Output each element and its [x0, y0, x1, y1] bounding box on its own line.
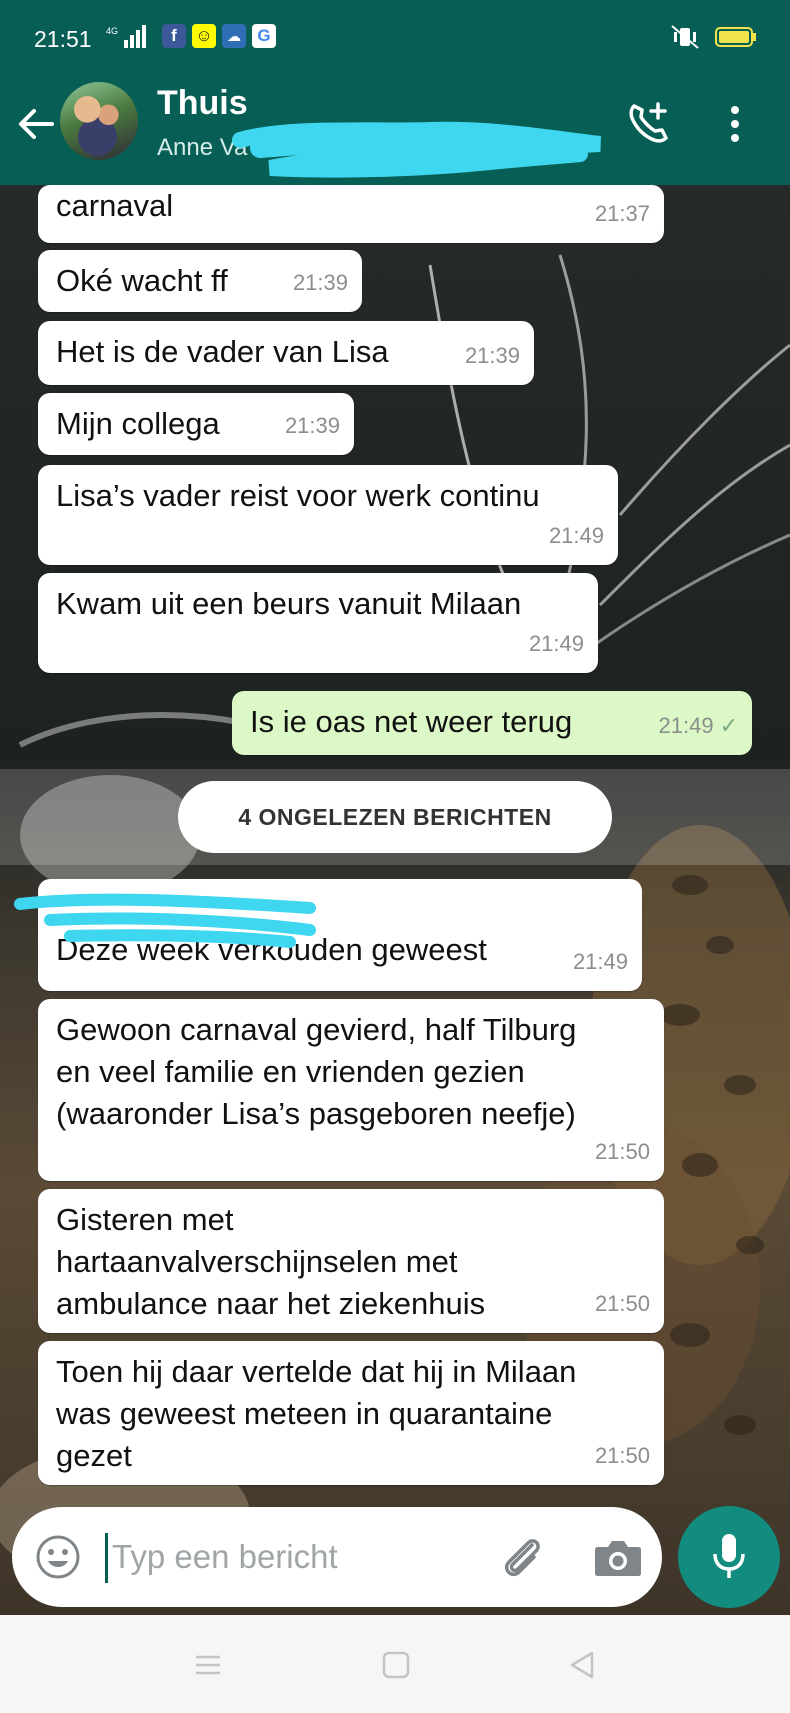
back-arrow-icon[interactable] — [14, 102, 58, 146]
unread-messages-banner: 4 ONGELEZEN BERICHTEN — [178, 781, 612, 853]
status-right-icons — [671, 25, 756, 49]
message-bubble[interactable]: carnaval 21:37 — [38, 185, 664, 243]
message-bubble[interactable]: Mijn collega 21:39 — [38, 393, 354, 455]
vibrate-icon — [671, 25, 699, 49]
message-text: Gisteren met hartaanvalverschijnselen me… — [56, 1202, 486, 1321]
message-bubble[interactable]: Gisteren met hartaanvalverschijnselen me… — [38, 1189, 664, 1333]
message-text: Gewoon carnaval gevierd, half Tilburg en… — [56, 1012, 577, 1131]
battery-icon — [715, 27, 756, 47]
redaction-scribble — [232, 121, 601, 178]
message-time: 21:49 — [572, 949, 628, 974]
menu-nav-icon[interactable] — [188, 1645, 228, 1685]
message-bubble[interactable]: Kwam uit een beurs vanuit Milaan 21:49 — [38, 573, 598, 673]
text-caret — [105, 1533, 108, 1583]
mic-button[interactable] — [678, 1506, 780, 1608]
signal-icon: 4G — [106, 25, 146, 48]
message-bubble[interactable]: Toen hij daar vertelde dat hij in Milaan… — [38, 1341, 664, 1485]
message-bubble[interactable]: Gewoon carnaval gevierd, half Tilburg en… — [38, 999, 664, 1181]
message-input[interactable] — [112, 1529, 412, 1585]
home-nav-icon[interactable] — [376, 1645, 416, 1685]
message-bubble[interactable]: Oké wacht ff 21:39 — [38, 250, 362, 312]
message-bubble-outgoing[interactable]: Is ie oas net weer terug 21:49 ✓ — [232, 691, 752, 755]
message-bubble[interactable]: Lisa’s vader reist voor werk continu 21:… — [38, 465, 618, 565]
chat-area[interactable]: carnaval 21:37 Oké wacht ff 21:39 Het is… — [0, 185, 790, 1615]
message-time: 21:37 — [594, 201, 650, 226]
message-time: 21:49 — [528, 631, 584, 656]
message-text: Lisa’s vader reist voor werk continu — [56, 478, 540, 513]
message-text: Het is de vader van Lisa — [56, 334, 389, 369]
message-time: 21:50 — [594, 1139, 650, 1164]
message-bubble[interactable]: Het is de vader van Lisa 21:39 — [38, 321, 534, 385]
emoji-icon[interactable] — [34, 1533, 82, 1581]
sent-check-icon: ✓ — [719, 713, 738, 738]
back-nav-icon[interactable] — [562, 1645, 602, 1685]
weather-icon: ☁ — [222, 24, 246, 48]
google-icon: G — [252, 24, 276, 48]
message-text: Kwam uit een beurs vanuit Milaan — [56, 586, 522, 621]
message-text: carnaval — [56, 188, 174, 223]
message-time: 21:39 — [464, 343, 520, 368]
status-bar: 21:51 4G f ☺ ☁ G — [0, 0, 790, 62]
group-avatar[interactable] — [60, 82, 138, 160]
message-time-value: 21:49 — [658, 713, 714, 738]
message-time: 21:50 — [594, 1291, 650, 1316]
snapchat-icon: ☺ — [192, 24, 216, 48]
message-time: 21:50 — [594, 1443, 650, 1468]
more-vert-icon[interactable] — [722, 102, 748, 146]
message-time: 21:39 — [292, 270, 348, 295]
message-composer[interactable] — [12, 1507, 662, 1607]
message-time: 21:49 ✓ — [659, 705, 739, 747]
message-text: Toen hij daar vertelde dat hij in Milaan… — [56, 1354, 577, 1473]
message-time: 21:39 — [284, 413, 340, 438]
system-navigation-bar — [0, 1615, 790, 1713]
attach-icon[interactable] — [496, 1531, 548, 1583]
mic-icon — [713, 1534, 745, 1578]
chat-header: Thuis Anne Va — [0, 62, 790, 185]
add-call-icon[interactable] — [624, 98, 674, 148]
facebook-icon: f — [162, 24, 186, 48]
message-time: 21:49 — [548, 523, 604, 548]
status-time: 21:51 — [34, 26, 92, 52]
sender-name-redaction — [14, 893, 316, 948]
camera-icon[interactable] — [592, 1533, 644, 1581]
network-label: 4G — [106, 26, 118, 36]
